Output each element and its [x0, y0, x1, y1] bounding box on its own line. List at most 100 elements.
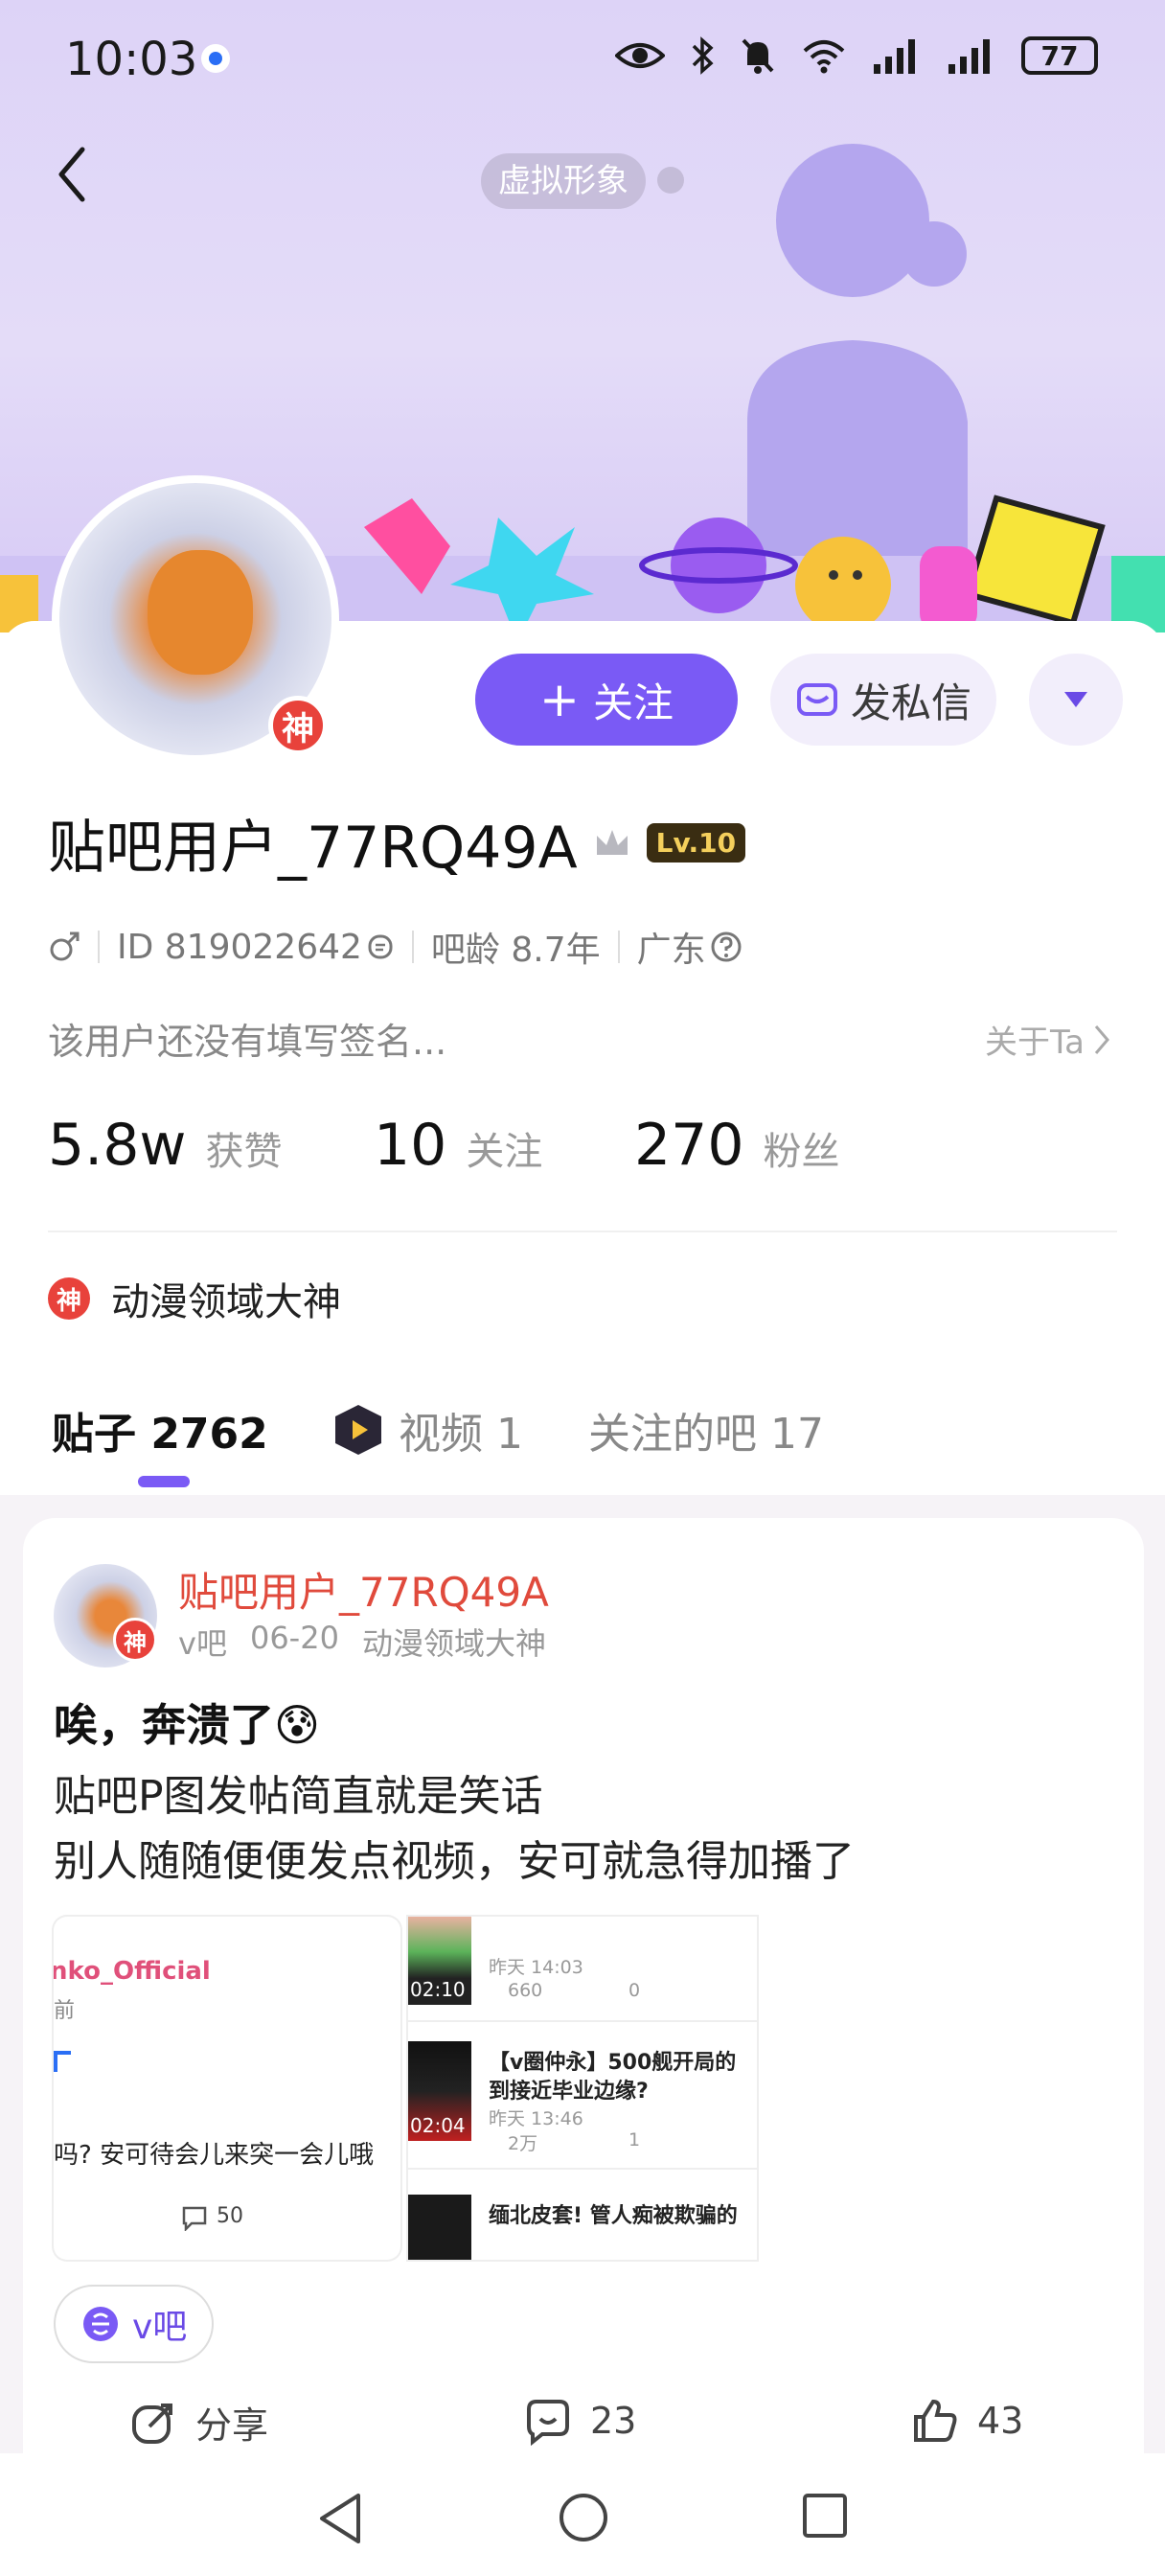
honor-row[interactable]: 神 动漫领域大神 — [48, 1271, 341, 1326]
meta-divider — [411, 931, 414, 963]
mute-bell-icon — [742, 38, 774, 74]
nav-home-icon[interactable] — [558, 2492, 609, 2543]
stat-value: 270 — [634, 1112, 744, 1179]
stat-value: 5.8w — [48, 1112, 187, 1179]
private-message-button[interactable]: 发私信 — [770, 654, 996, 746]
dropdown-triangle-icon — [1064, 692, 1087, 707]
tab-label: 贴子 2762 — [52, 1410, 268, 1459]
video-time: 昨天 13:46 — [489, 2108, 583, 2129]
video-row: 02:10 昨天 14:03 660 0 — [408, 1917, 757, 2022]
status-app-icon — [201, 44, 230, 73]
status-time: 10:03 — [65, 33, 198, 86]
battery-indicator: 77 — [1021, 36, 1098, 75]
meta-divider — [617, 931, 620, 963]
active-tab-indicator — [138, 1476, 190, 1487]
video-thumb: 02:10 — [408, 1917, 471, 2005]
stat-label: 关注 — [466, 1130, 543, 1174]
eye-icon — [615, 43, 665, 68]
honor-badge: 神 — [48, 1277, 90, 1320]
plus-icon: + — [539, 672, 580, 727]
forum-logo-icon — [83, 2307, 118, 2341]
post-body-line: 贴吧P图发帖简直就是笑话 — [54, 1772, 543, 1821]
male-icon — [50, 932, 80, 961]
video-thumb — [408, 2195, 471, 2260]
copy-icon[interactable] — [366, 932, 395, 961]
virtual-avatar-dot — [657, 167, 684, 194]
share-label: 分享 — [195, 2404, 269, 2447]
level-badge: Lv.10 — [646, 823, 746, 862]
video-thumb: 02:04 — [408, 2041, 471, 2141]
video-title-line2: 到接近毕业边缘? — [489, 2080, 649, 2104]
username: 贴吧用户_77RQ49A — [48, 815, 578, 882]
location: 广东 — [636, 931, 706, 970]
signal-icon — [874, 39, 915, 74]
video-title: 缅北皮套! 管人痴被欺骗的 — [489, 2204, 738, 2228]
chevron-right-icon — [1094, 1024, 1109, 1054]
tab-posts[interactable]: 贴子 2762 — [52, 1399, 330, 1460]
comment-bubble-icon — [182, 2206, 207, 2231]
video-time: 昨天 14:03 — [489, 1957, 583, 1978]
forum-tag-label: v吧 — [132, 2308, 188, 2347]
divider — [48, 1230, 1117, 1232]
stat-label: 粉丝 — [763, 1130, 840, 1174]
image-sub-text: 前 — [54, 1999, 76, 2023]
follow-label: 关注 — [592, 678, 674, 726]
forum-tag-chip[interactable]: v吧 — [54, 2285, 215, 2363]
video-play-icon — [335, 1405, 381, 1455]
status-bar: 10:03 77 — [0, 0, 1165, 115]
post-author-name[interactable]: 贴吧用户_77RQ49A — [178, 1560, 549, 1619]
meta-divider — [98, 931, 100, 963]
tab-followed-bars[interactable]: 关注的吧 17 — [588, 1399, 824, 1460]
video-row: 缅北皮套! 管人痴被欺骗的 — [408, 2195, 757, 2260]
username-row: 贴吧用户_77RQ49A Lv.10 — [48, 801, 746, 885]
user-id: ID 819022642 — [117, 927, 362, 967]
god-badge: 神 — [268, 696, 328, 755]
tab-videos[interactable]: 视频 1 — [330, 1399, 588, 1460]
message-icon — [796, 683, 837, 716]
nav-back-icon[interactable] — [316, 2492, 364, 2545]
video-views: 2万 — [508, 2133, 538, 2154]
profile-tabs: 贴子 2762 视频 1 关注的吧 17 — [52, 1399, 824, 1460]
share-icon — [132, 2403, 172, 2444]
comment-button[interactable]: 23 — [523, 2396, 636, 2446]
video-views: 660 — [508, 1980, 543, 2001]
share-button[interactable]: 分享 — [128, 2396, 268, 2449]
virtual-avatar-label[interactable]: 虚拟形象 — [481, 153, 646, 209]
image-comment-count: 50 — [217, 2204, 243, 2228]
post-image-right[interactable]: 02:10 昨天 14:03 660 0 02:04 【v圈仲永】500舰开局的… — [408, 1917, 757, 2260]
post-title: 唉，奔溃了😰 — [54, 1699, 320, 1751]
back-arrow-icon[interactable] — [54, 144, 92, 205]
stat-likes: 5.8w 获赞 — [48, 1112, 374, 1179]
signal-icon-2 — [948, 39, 990, 74]
help-icon[interactable] — [710, 931, 742, 963]
user-meta: ID 819022642 吧龄 8.7年 广东 — [48, 922, 742, 972]
image-channel-text: nko_Official — [54, 1957, 211, 1986]
tab-label: 关注的吧 17 — [588, 1410, 824, 1459]
signature: 该用户还没有填写签名... — [48, 1021, 447, 1063]
thumb-up-icon — [914, 2399, 957, 2442]
more-options-button[interactable] — [1029, 654, 1123, 746]
status-icons: 77 — [615, 36, 1098, 75]
comment-icon — [527, 2400, 569, 2446]
bar-age: 吧龄 8.7年 — [430, 931, 601, 970]
about-link[interactable]: 关于Ta — [985, 1016, 1111, 1063]
about-label: 关于Ta — [985, 1024, 1085, 1062]
like-button[interactable]: 43 — [910, 2396, 1023, 2446]
stat-label: 获赞 — [205, 1130, 283, 1174]
stat-fans[interactable]: 270 粉丝 — [634, 1112, 840, 1179]
video-title: 【v圈仲永】500舰开局的 — [489, 2051, 737, 2075]
post-forum[interactable]: v吧 — [178, 1620, 227, 1664]
stat-following[interactable]: 10 关注 — [374, 1112, 634, 1179]
nav-recents-icon[interactable] — [801, 2492, 849, 2540]
image-question-text: 吗? 安可待会儿来突一会儿哦 — [54, 2141, 375, 2170]
follow-button[interactable]: + 关注 — [475, 654, 738, 746]
bluetooth-icon — [692, 36, 714, 75]
avatar-cat-graphic — [148, 550, 253, 675]
post-author-god-badge: 神 — [113, 1618, 157, 1662]
post-image-left[interactable]: nko_Official 前 吗? 安可待会儿来突一会儿哦 50 — [54, 1917, 400, 2260]
like-count: 43 — [977, 2400, 1024, 2442]
wifi-icon — [803, 40, 845, 74]
divider — [408, 2020, 757, 2022]
divider — [408, 2168, 757, 2170]
post-body-line: 别人随随便便发点视频，安可就急得加播了 — [54, 1837, 855, 1886]
